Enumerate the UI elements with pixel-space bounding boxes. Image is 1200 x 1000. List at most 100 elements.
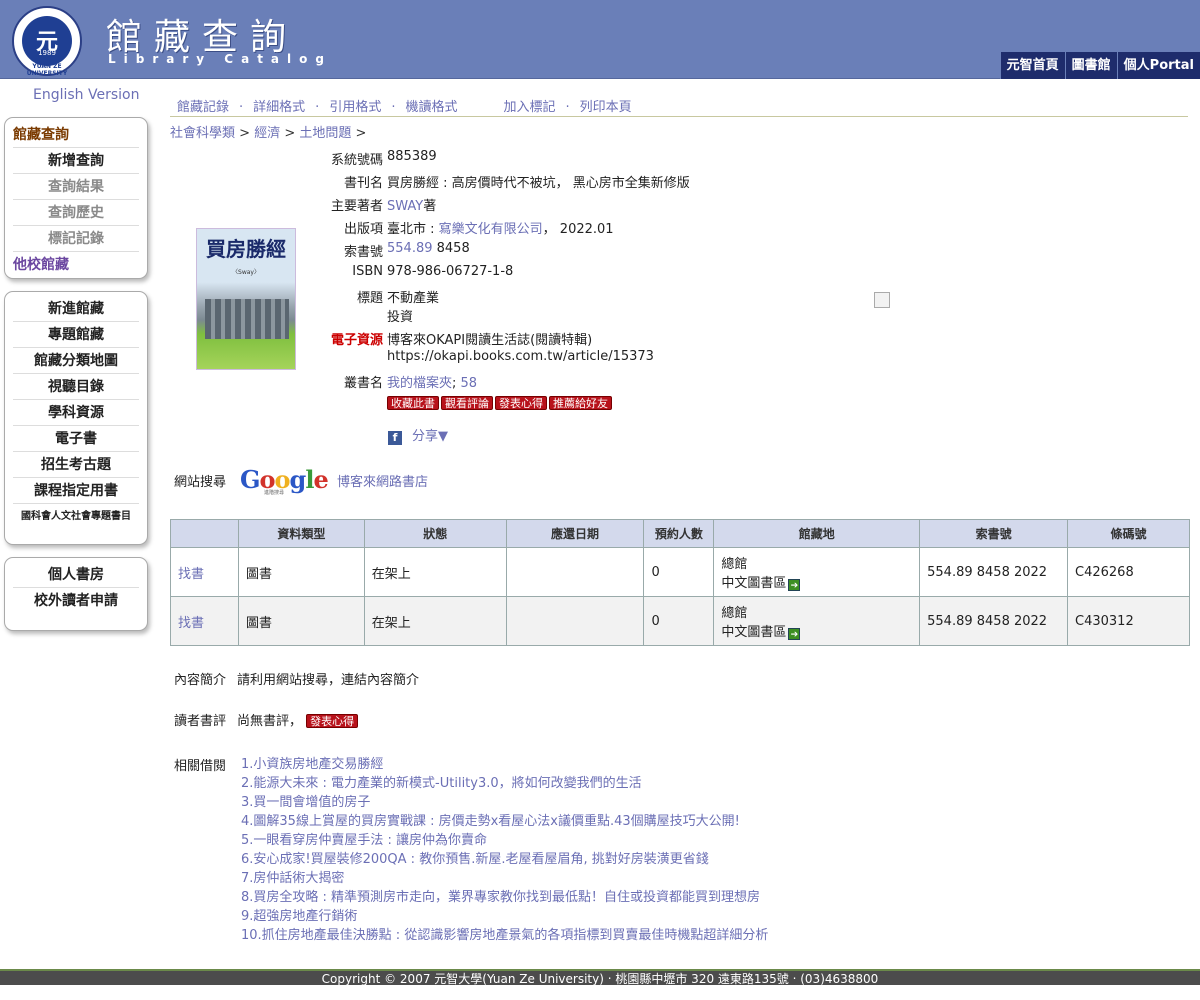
- field-label: 系統號碼: [330, 153, 383, 168]
- view-reviews-button[interactable]: 觀看評論: [441, 396, 493, 410]
- sidebar-item-external-reader[interactable]: 校外讀者申請: [13, 588, 139, 614]
- sidebar-item-personal-shelf[interactable]: 個人書房: [13, 562, 139, 588]
- bookstore-link[interactable]: 博客來網路書店: [337, 471, 428, 490]
- nav-portal[interactable]: 個人Portal: [1116, 52, 1200, 79]
- cell-location: 總館 中文圖書區 ➔: [713, 547, 921, 597]
- location-branch: 總館: [721, 606, 748, 621]
- find-book-link[interactable]: 找書: [178, 616, 204, 631]
- cell-find: 找書: [170, 596, 239, 646]
- sidebar-item-marked[interactable]: 標記記錄: [13, 226, 139, 252]
- author-link[interactable]: SWAY: [387, 199, 423, 214]
- broken-image-icon: [874, 292, 890, 308]
- eresource-text: 博客來OKAPI閱讀生活誌(閱讀特輯): [387, 333, 593, 348]
- reviews-label: 讀者書評: [174, 714, 227, 729]
- related-item[interactable]: 8.買房全攻略 : 精準預測房市走向，業界專家教你找到最低點！自住或投資都能買到…: [241, 888, 768, 907]
- publisher-link[interactable]: 寫樂文化有限公司: [439, 222, 543, 237]
- sidebar-item-course-reserves[interactable]: 課程指定用書: [13, 478, 139, 504]
- field-label: 標題: [356, 291, 383, 306]
- call-number-link[interactable]: 554.89: [387, 241, 433, 256]
- sidebar-box-collections: 新進館藏 專題館藏 館藏分類地圖 視聽目錄 學科資源 電子書 招生考古題 課程指…: [4, 291, 148, 545]
- reviews-text: 尚無書評，: [237, 714, 303, 729]
- col-header: 預約人數: [643, 519, 715, 548]
- sidebar-item-results[interactable]: 查詢結果: [13, 174, 139, 200]
- sidebar-item-new-arrivals[interactable]: 新進館藏: [13, 296, 139, 322]
- field-label: 叢書名: [343, 376, 383, 391]
- related-item[interactable]: 7.房仲話術大揭密: [241, 869, 768, 888]
- subject-link[interactable]: 投資: [387, 306, 413, 325]
- sidebar-item-exam-archive[interactable]: 招生考古題: [13, 452, 139, 478]
- related-item[interactable]: 5.一眼看穿房仲賣屋手法 : 讓房仲為你賣命: [241, 831, 768, 850]
- eresource-link[interactable]: https://okapi.books.com.tw/article/15373: [387, 349, 654, 364]
- sidebar-item-av-catalog[interactable]: 視聽目錄: [13, 374, 139, 400]
- action-separator: ‧: [391, 100, 396, 115]
- sidebar: English Version 館藏查詢 新增查詢 查詢結果 查詢歷史 標記記錄…: [0, 79, 152, 969]
- google-search-logo[interactable]: Google 進階搜尋: [240, 465, 329, 496]
- footer: Copyright © 2007 元智大學(Yuan Ze University…: [0, 969, 1200, 986]
- cell-type: 圖書: [237, 547, 365, 597]
- related-item[interactable]: 10.抓住房地產最佳決勝點 : 從認識影響房地產景氣的各項指標到買賣最佳時機點超…: [241, 926, 768, 945]
- cell-find: 找書: [170, 547, 239, 597]
- sidebar-item-new-search[interactable]: 新增查詢: [13, 148, 139, 174]
- sidebar-item-other-libraries[interactable]: 他校館藏: [13, 252, 139, 278]
- share-control: f 分享▼: [388, 425, 448, 445]
- action-citation-format[interactable]: 引用格式: [329, 100, 381, 115]
- field-label: 書刊名: [343, 176, 383, 191]
- sidebar-item-nsc-bibliography[interactable]: 國科會人文社會專題書目: [13, 504, 139, 530]
- sidebar-item-history[interactable]: 查詢歷史: [13, 200, 139, 226]
- related-label: 相關借閱: [174, 759, 227, 774]
- series-link[interactable]: 我的檔案夾: [387, 376, 452, 391]
- save-book-button[interactable]: 收藏此書: [387, 396, 439, 410]
- field-label-eresource: 電子資源: [330, 333, 383, 348]
- post-review-button[interactable]: 發表心得: [495, 396, 547, 410]
- action-print-page[interactable]: 列印本頁: [580, 100, 632, 115]
- top-nav: 元智首頁 圖書館 個人Portal: [999, 52, 1200, 79]
- breadcrumb-item[interactable]: 經濟: [254, 126, 280, 141]
- summary-text: 請利用網站搜尋，連結內容簡介: [237, 673, 420, 688]
- go-arrow-icon[interactable]: ➔: [788, 579, 801, 591]
- publisher-value: 臺北市 : 寫樂文化有限公司， 2022.01: [387, 218, 614, 237]
- subject-link[interactable]: 不動產業: [387, 287, 439, 306]
- logo-ring-text: YUAN ZE UNIVERSITY: [26, 63, 68, 77]
- action-holdings-record[interactable]: 館藏記錄: [177, 100, 229, 115]
- nav-library[interactable]: 圖書館: [1064, 52, 1117, 79]
- nav-yzu-home[interactable]: 元智首頁: [999, 52, 1065, 79]
- recommend-button[interactable]: 推薦給好友: [549, 396, 612, 410]
- action-detailed-format[interactable]: 詳細格式: [253, 100, 305, 115]
- field-label: 主要著者: [330, 199, 383, 214]
- related-item[interactable]: 3.買一間會增值的房子: [241, 793, 768, 812]
- sidebar-item-ebooks[interactable]: 電子書: [13, 426, 139, 452]
- related-item[interactable]: 1.小資族房地產交易勝經: [241, 755, 768, 774]
- facebook-icon[interactable]: f: [388, 431, 402, 445]
- related-item[interactable]: 4.圖解35線上賞屋的買房實戰課 : 房價走勢x看屋心法x議價重點.43個購屋技…: [241, 812, 768, 831]
- action-add-mark[interactable]: 加入標記: [503, 100, 555, 115]
- cell-status: 在架上: [363, 596, 507, 646]
- sidebar-item-subject-resources[interactable]: 學科資源: [13, 400, 139, 426]
- related-list: 1.小資族房地產交易勝經 2.能源大未來 : 電力產業的新模式-Utility3…: [241, 755, 768, 945]
- series-value: 我的檔案夾; 58: [387, 372, 477, 391]
- related-item[interactable]: 6.安心成家!買屋裝修200QA : 教你預售.新屋.老屋看屋眉角, 挑對好房裝…: [241, 850, 768, 869]
- find-book-link[interactable]: 找書: [178, 567, 204, 582]
- cover-title: 買房勝經: [206, 237, 286, 261]
- title-link[interactable]: 買房勝經 : 高房價時代不被坑， 黑心房市全集新修版: [387, 172, 690, 191]
- post-review-button[interactable]: 發表心得: [306, 714, 359, 728]
- series-number-link[interactable]: 58: [461, 376, 478, 391]
- english-version-link[interactable]: English Version: [33, 87, 139, 103]
- sidebar-item-special-collections[interactable]: 專題館藏: [13, 322, 139, 348]
- web-search-row: 網站搜尋 Google 進階搜尋 博客來網路書店: [174, 465, 428, 496]
- cover-buildings: [205, 299, 289, 339]
- action-marc-format[interactable]: 機讀格式: [405, 100, 457, 115]
- breadcrumb-item[interactable]: 土地問題: [299, 126, 351, 141]
- sidebar-item-catalog-search[interactable]: 館藏查詢: [13, 122, 139, 148]
- related-item[interactable]: 9.超強房地產行銷術: [241, 907, 768, 926]
- cover-author: 〈Sway〉: [232, 269, 260, 276]
- university-logo[interactable]: 元 1989 YUAN ZE UNIVERSITY: [12, 6, 82, 77]
- sidebar-item-class-map[interactable]: 館藏分類地圖: [13, 348, 139, 374]
- system-no-value: 885389: [387, 149, 437, 164]
- action-separator: ‧: [239, 100, 244, 115]
- related-item[interactable]: 2.能源大未來 : 電力產業的新模式-Utility3.0，將如何改變我們的生活: [241, 774, 768, 793]
- go-arrow-icon[interactable]: ➔: [788, 628, 801, 640]
- action-separator: ‧: [315, 100, 320, 115]
- share-link[interactable]: 分享▼: [412, 429, 448, 444]
- breadcrumb-item[interactable]: 社會科學類: [170, 126, 235, 141]
- field-label: 出版項: [343, 222, 383, 237]
